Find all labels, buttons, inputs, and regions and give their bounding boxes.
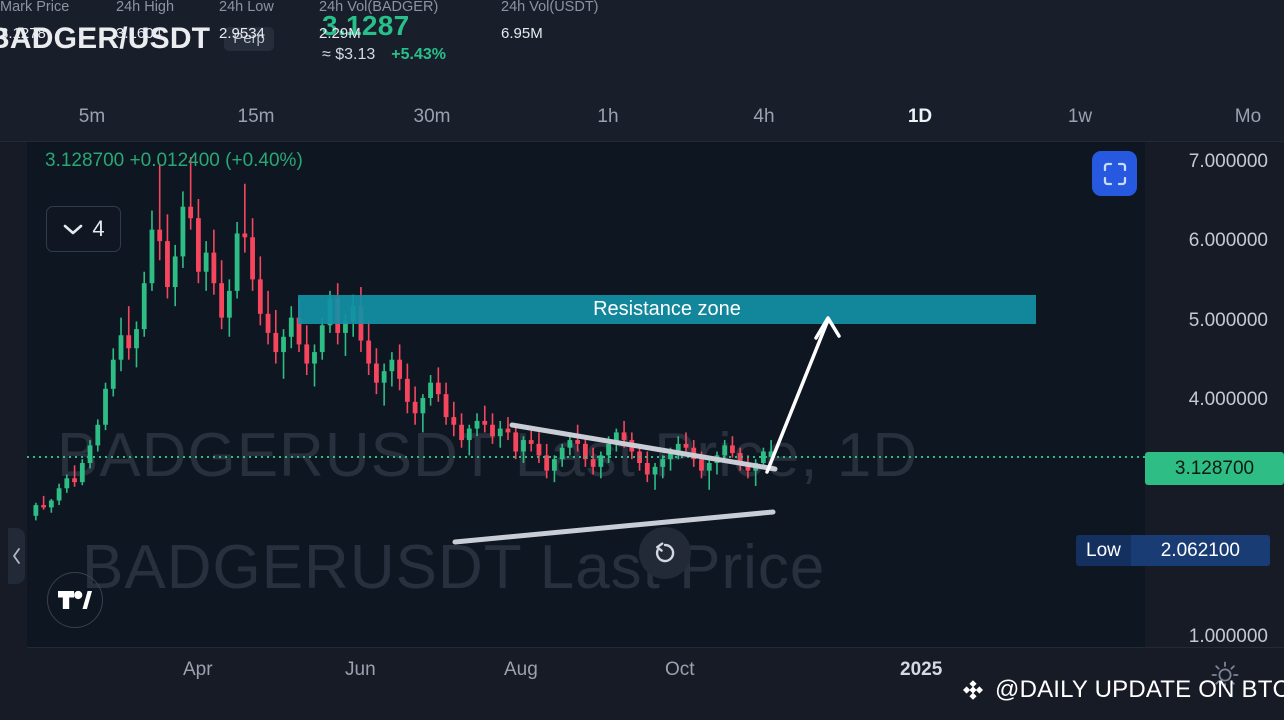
timeframe-tab-4h[interactable]: 4h <box>735 92 793 142</box>
chevron-left-icon <box>12 547 22 565</box>
stat-label: 24h Low <box>219 0 274 16</box>
timeframe-tab-mo[interactable]: Mo <box>1217 92 1279 142</box>
last-price-badge: 3.128700 <box>1145 452 1284 485</box>
expand-icon <box>1102 161 1128 187</box>
x-axis-label: 2025 <box>900 659 942 681</box>
y-axis-label: 7.000000 <box>1189 151 1268 173</box>
y-axis-label: 1.000000 <box>1189 626 1268 648</box>
stat-1: 24h High 3.1604 <box>116 0 174 42</box>
stat-label: 24h Vol(BADGER) <box>319 0 438 16</box>
chart-legend: 3.128700 +0.012400 (+0.40%) <box>45 150 303 172</box>
y-axis-label: 4.000000 <box>1189 389 1268 411</box>
stat-label: 24h High <box>116 0 174 16</box>
candle-count-value: 4 <box>92 216 104 242</box>
price-change-percent: +5.43% <box>391 46 446 64</box>
timeframe-tab-5m[interactable]: 5m <box>59 92 125 142</box>
channel-handle: @DAILY UPDATE ON BTC <box>995 676 1284 704</box>
chevron-down-icon <box>62 222 84 236</box>
channel-watermark: @DAILY UPDATE ON BTC <box>960 676 1284 704</box>
low-badge-label: Low <box>1076 535 1131 566</box>
stat-value: 6.95M <box>501 26 599 43</box>
reset-chart-button[interactable] <box>639 527 691 579</box>
tradingview-logo[interactable] <box>47 572 103 628</box>
chart-canvas[interactable]: BADGERUSDT Last Price, 1D BADGERUSDT Las… <box>27 142 1145 647</box>
time-axis-divider <box>27 647 1284 648</box>
timeframe-tab-1d[interactable]: 1D <box>889 92 951 142</box>
trading-chart-page: BADGER/USDT Perp 3.1287 ≈ $3.13 +5.43% M… <box>0 0 1284 720</box>
stat-0: Mark Price 3.1278 <box>0 0 69 42</box>
stat-2: 24h Low 2.9534 <box>219 0 274 42</box>
stat-value: 3.1604 <box>116 26 174 43</box>
sidebar-collapse-handle[interactable] <box>8 528 25 584</box>
candlestick-plot <box>27 142 1145 647</box>
timeframe-tabs: 5m 15m 30m 1h 4h 1D 1w Mo <box>0 92 1284 142</box>
stat-3: 24h Vol(BADGER) 2.29M <box>319 0 438 42</box>
resistance-zone-box[interactable]: Resistance zone <box>298 295 1036 324</box>
stat-value: 2.29M <box>319 26 438 43</box>
stat-label: Mark Price <box>0 0 69 16</box>
candle-count-dropdown[interactable]: 4 <box>46 206 121 252</box>
y-axis-label: 5.000000 <box>1189 310 1268 332</box>
approx-usd-price: ≈ $3.13 <box>322 46 375 64</box>
low-badge-value: 2.062100 <box>1131 535 1270 566</box>
timeframe-tab-30m[interactable]: 30m <box>393 92 471 142</box>
low-price-badge: Low 2.062100 <box>1076 535 1270 566</box>
stat-label: 24h Vol(USDT) <box>501 0 599 16</box>
timeframe-tab-1h[interactable]: 1h <box>579 92 637 142</box>
timeframe-tab-15m[interactable]: 15m <box>217 92 295 142</box>
price-axis[interactable]: 7.0000006.0000005.0000004.0000003.000000… <box>1145 142 1284 647</box>
y-axis-label: 6.000000 <box>1189 230 1268 252</box>
tradingview-logo-icon <box>58 589 92 611</box>
stat-value: 2.9534 <box>219 26 274 43</box>
binance-logo-icon <box>960 677 986 703</box>
stat-value: 3.1278 <box>0 26 69 43</box>
x-axis-label: Oct <box>665 659 695 681</box>
x-axis-label: Jun <box>345 659 376 681</box>
timeframe-tab-1w[interactable]: 1w <box>1049 92 1111 142</box>
market-header: BADGER/USDT Perp 3.1287 ≈ $3.13 +5.43% M… <box>0 0 1284 92</box>
resistance-zone-label: Resistance zone <box>593 298 741 321</box>
reset-chart-icon <box>650 538 680 568</box>
fullscreen-button[interactable] <box>1092 151 1137 196</box>
x-axis-label: Apr <box>183 659 213 681</box>
x-axis-label: Aug <box>504 659 538 681</box>
stat-4: 24h Vol(USDT) 6.95M <box>501 0 599 42</box>
